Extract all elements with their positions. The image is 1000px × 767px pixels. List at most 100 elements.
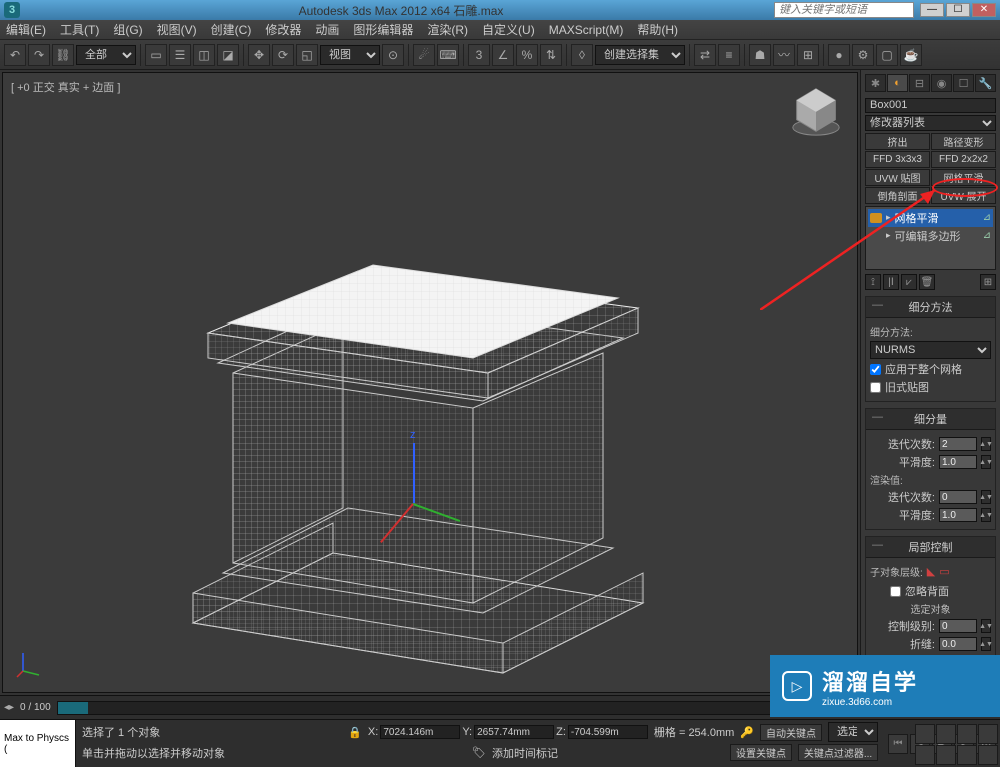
scale-button[interactable]: ◱ [296, 44, 318, 66]
modify-tab[interactable]: ◐ [887, 74, 908, 92]
material-editor-button[interactable]: ● [828, 44, 850, 66]
manipulate-button[interactable]: ☄ [413, 44, 435, 66]
axis-z-icon[interactable] [413, 443, 415, 503]
select-region-button[interactable]: ◫ [193, 44, 215, 66]
z-field[interactable]: -704.599m [568, 725, 648, 739]
pin-stack-button[interactable]: ⟟ [865, 274, 881, 290]
zoom-extents-button[interactable] [957, 724, 977, 744]
modifier-btn-unwrap[interactable]: UVW 展开 [931, 187, 996, 204]
maximize-button[interactable]: ☐ [946, 3, 970, 17]
align-button[interactable]: ≡ [718, 44, 740, 66]
named-selection-button[interactable]: ◊ [571, 44, 593, 66]
keyboard-shortcut-button[interactable]: ⌨ [437, 44, 459, 66]
angle-snap-button[interactable]: ∠ [492, 44, 514, 66]
percent-snap-button[interactable]: % [516, 44, 538, 66]
motion-tab[interactable]: ◉ [931, 74, 952, 92]
menu-maxscript[interactable]: MAXScript(M) [549, 23, 624, 37]
spinner-arrows-icon[interactable]: ▲▼ [981, 455, 991, 469]
render-setup-button[interactable]: ⚙ [852, 44, 874, 66]
utilities-tab[interactable]: 🔧 [975, 74, 996, 92]
modifier-btn-ffd2[interactable]: FFD 2x2x2 [931, 151, 996, 168]
render-button[interactable]: ☕ [900, 44, 922, 66]
link-button[interactable]: ⛓ [52, 44, 74, 66]
subdiv-method-dropdown[interactable]: NURMS [870, 341, 991, 359]
mirror-button[interactable]: ⇄ [694, 44, 716, 66]
spinner-arrows-icon[interactable]: ▲▼ [981, 637, 991, 651]
control-level-spinner[interactable] [939, 619, 977, 633]
zoom-all-button[interactable] [936, 724, 956, 744]
r-smoothness-spinner[interactable] [939, 508, 977, 522]
window-crossing-button[interactable]: ◪ [217, 44, 239, 66]
viewport-label[interactable]: [ +0 正交 真实 + 边面 ] [11, 79, 120, 95]
modifier-btn-ffd3[interactable]: FFD 3x3x3 [865, 151, 930, 168]
menu-animation[interactable]: 动画 [315, 21, 339, 38]
stack-item-editpoly[interactable]: ▸可编辑多边形⊿ [868, 227, 993, 245]
menu-customize[interactable]: 自定义(U) [482, 21, 535, 38]
modifier-btn-pathdeform[interactable]: 路径变形 [931, 133, 996, 150]
minimize-button[interactable]: — [920, 3, 944, 17]
apply-whole-checkbox[interactable]: 应用于整个网格 [870, 361, 991, 377]
modifier-btn-uvw[interactable]: UVW 贴图 [865, 169, 930, 186]
schematic-button[interactable]: ⊞ [797, 44, 819, 66]
named-selection-dropdown[interactable]: 创建选择集 [595, 45, 685, 65]
spinner-snap-button[interactable]: ⇅ [540, 44, 562, 66]
pan-button[interactable] [915, 745, 935, 765]
object-name-field[interactable]: Box001 [865, 98, 996, 113]
goto-start-button[interactable]: ⏮ [888, 734, 908, 754]
create-tab[interactable]: ✱ [865, 74, 886, 92]
maxscript-listener[interactable]: Max to Physcs ( [0, 720, 76, 767]
menu-edit[interactable]: 编辑(E) [6, 21, 46, 38]
stack-item-meshsmooth[interactable]: ▸网格平滑⊿ [868, 209, 993, 227]
spinner-arrows-icon[interactable]: ▲▼ [981, 508, 991, 522]
add-timetag[interactable]: 添加时间标记 [492, 745, 558, 761]
spinner-arrows-icon[interactable]: ▲▼ [981, 437, 991, 451]
iterations-spinner[interactable] [939, 437, 977, 451]
selection-filter-dropdown[interactable]: 全部 [76, 45, 136, 65]
undo-button[interactable]: ↶ [4, 44, 26, 66]
zoom-button[interactable] [915, 724, 935, 744]
redo-button[interactable]: ↷ [28, 44, 50, 66]
close-button[interactable]: ✕ [972, 3, 996, 17]
viewcube[interactable] [787, 81, 845, 139]
rollout-header[interactable]: 细分量 [866, 409, 995, 430]
y-field[interactable]: 2657.74mm [474, 725, 554, 739]
show-end-result-button[interactable]: |Ⅰ [883, 274, 899, 290]
menu-help[interactable]: 帮助(H) [637, 21, 678, 38]
keyfilters-button[interactable]: 关键点过滤器... [798, 744, 878, 761]
rollout-header[interactable]: 细分方法 [866, 297, 995, 318]
lock-icon[interactable]: 🔒 [348, 726, 362, 739]
setkey-button[interactable]: 设置关键点 [730, 744, 792, 761]
menu-modifiers[interactable]: 修改器 [265, 21, 301, 38]
menu-graph[interactable]: 图形编辑器 [353, 21, 413, 38]
menu-tools[interactable]: 工具(T) [60, 21, 99, 38]
key-filter-dropdown[interactable]: 选定对象 [828, 722, 878, 742]
key-icon[interactable]: 🔑 [740, 726, 754, 739]
modifier-btn-chamfer[interactable]: 倒角剖面 [865, 187, 930, 204]
visibility-icon[interactable] [870, 213, 882, 223]
crease-spinner[interactable] [939, 637, 977, 651]
modifier-btn-meshsmooth[interactable]: 网格平滑 [931, 169, 996, 186]
roll-button[interactable] [957, 745, 977, 765]
modifier-list-dropdown[interactable]: 修改器列表 [865, 115, 996, 131]
rotate-button[interactable]: ⟳ [272, 44, 294, 66]
display-tab[interactable]: ☐ [953, 74, 974, 92]
fov-button[interactable] [978, 724, 998, 744]
orbit-button[interactable] [936, 745, 956, 765]
select-button[interactable]: ▭ [145, 44, 167, 66]
snap-toggle-button[interactable]: 3 [468, 44, 490, 66]
pivot-button[interactable]: ⊙ [382, 44, 404, 66]
rollout-header[interactable]: 局部控制 [866, 537, 995, 558]
oldstyle-checkbox[interactable]: 旧式贴图 [870, 379, 991, 395]
ref-coord-dropdown[interactable]: 视图 [320, 45, 380, 65]
hierarchy-tab[interactable]: ⊟ [909, 74, 930, 92]
ignore-backface-checkbox[interactable]: 忽略背面 [890, 583, 991, 599]
frame-spinner-icon[interactable]: ◂▸ [4, 702, 14, 713]
x-field[interactable]: 7024.146m [380, 725, 460, 739]
autokey-button[interactable]: 自动关键点 [760, 724, 822, 741]
remove-modifier-button[interactable]: 🗑 [919, 274, 935, 290]
modifier-stack[interactable]: ▸网格平滑⊿ ▸可编辑多边形⊿ [865, 206, 996, 270]
viewport[interactable]: [ +0 正交 真实 + 边面 ] [2, 72, 858, 693]
spinner-arrows-icon[interactable]: ▲▼ [981, 619, 991, 633]
help-search-input[interactable] [774, 2, 914, 18]
r-iterations-spinner[interactable] [939, 490, 977, 504]
